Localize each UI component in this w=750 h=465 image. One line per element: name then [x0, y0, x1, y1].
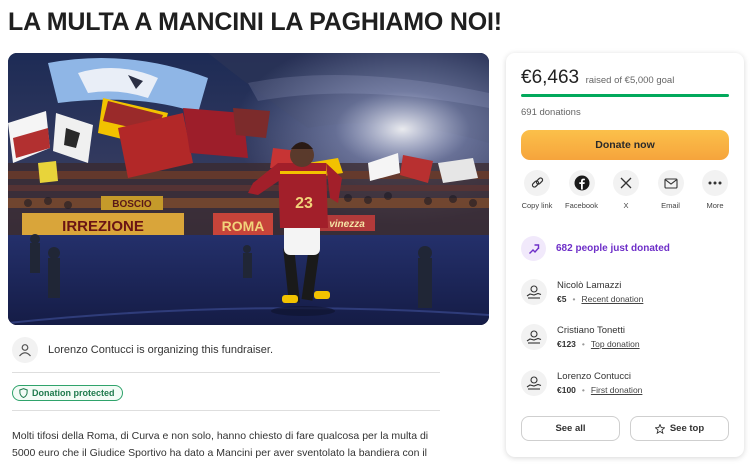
donor-name: Cristiano Tonetti — [557, 325, 625, 336]
donation-hand-icon — [521, 324, 547, 350]
mail-icon — [663, 177, 678, 189]
share-label: Copy link — [521, 201, 553, 210]
banner-text-boscio: BOSCIO — [112, 199, 152, 210]
see-top-label: See top — [669, 423, 705, 434]
organizer-text: Lorenzo Contucci is organizing this fund… — [48, 344, 274, 356]
donation-panel: €6,463 raised of €5,000 goal 691 donatio… — [506, 53, 744, 457]
protected-label: Donation protected — [32, 388, 115, 398]
donation-tag-link[interactable]: Top donation — [591, 339, 640, 349]
x-logo-icon — [620, 177, 632, 189]
share-label: X — [623, 201, 629, 210]
goal-text: raised of €5,000 goal — [585, 75, 675, 86]
donation-item: Cristiano Tonetti €123 • Top donation — [521, 324, 640, 350]
fundraiser-title: LA MULTA A MANCINI LA PAGHIAMO NOI! — [8, 8, 502, 36]
donation-item: Nicolò Lamazzi €5 • Recent donation — [521, 279, 643, 305]
donation-hand-icon — [521, 370, 547, 396]
progress-bar — [521, 94, 729, 97]
banner-text-roma: ROMA — [222, 218, 265, 234]
divider — [12, 410, 440, 411]
see-all-button[interactable]: See all — [521, 416, 620, 441]
share-options: Copy link Facebook X Email More — [520, 170, 732, 211]
share-more[interactable]: More — [698, 170, 732, 211]
share-label: Facebook — [565, 201, 598, 210]
shield-icon — [19, 388, 28, 398]
trending-up-icon — [521, 236, 546, 261]
donation-count: 691 donations — [521, 107, 581, 118]
donation-amount: €5 — [557, 294, 567, 304]
share-label: More — [706, 201, 724, 210]
progress-fill — [521, 94, 729, 97]
donation-hand-icon — [521, 279, 547, 305]
separator-dot: • — [572, 294, 576, 304]
donation-tag-link[interactable]: First donation — [591, 385, 643, 395]
donation-protected-badge[interactable]: Donation protected — [12, 385, 123, 401]
donation-item: Lorenzo Contucci €100 • First donation — [521, 370, 642, 396]
shirt-number: 23 — [295, 195, 313, 212]
banner-text-vinezza: vinezza — [329, 219, 365, 230]
organizer-row: Lorenzo Contucci is organizing this fund… — [12, 337, 273, 363]
more-icon — [708, 181, 722, 185]
raised-amount: €6,463 — [521, 67, 580, 88]
share-x[interactable]: X — [609, 170, 643, 211]
see-top-button[interactable]: See top — [630, 416, 729, 441]
donation-actions: See all See top — [521, 416, 729, 441]
donation-tag-link[interactable]: Recent donation — [581, 294, 643, 304]
hero-photo[interactable]: BOSCIO IRREZIONE ROMA vinezza 23 — [8, 53, 489, 325]
donation-amount: €123 — [557, 339, 576, 349]
donation-amount: €100 — [557, 385, 576, 395]
facebook-icon — [574, 175, 589, 191]
share-copy-link[interactable]: Copy link — [520, 170, 554, 211]
donate-now-button[interactable]: Donate now — [521, 130, 729, 160]
share-label: Email — [661, 201, 680, 210]
stadium-photo-illustration: BOSCIO IRREZIONE ROMA vinezza 23 — [8, 53, 489, 325]
divider — [12, 372, 440, 373]
donor-name: Nicolò Lamazzi — [557, 280, 622, 291]
share-email[interactable]: Email — [654, 170, 688, 211]
see-all-label: See all — [555, 423, 586, 434]
banner-text-irrezione: IRREZIONE — [62, 218, 144, 235]
star-icon — [654, 423, 665, 434]
raised-summary: €6,463 raised of €5,000 goal — [521, 67, 674, 89]
fundraiser-description: Molti tifosi della Roma, di Curva e non … — [12, 430, 429, 459]
donor-name: Lorenzo Contucci — [557, 371, 631, 382]
separator-dot: • — [581, 385, 585, 395]
user-icon — [12, 337, 38, 363]
separator-dot: • — [581, 339, 585, 349]
share-facebook[interactable]: Facebook — [565, 170, 599, 211]
link-icon — [531, 176, 543, 188]
just-donated-text: 682 people just donated — [556, 243, 670, 254]
just-donated-row: 682 people just donated — [521, 236, 670, 261]
